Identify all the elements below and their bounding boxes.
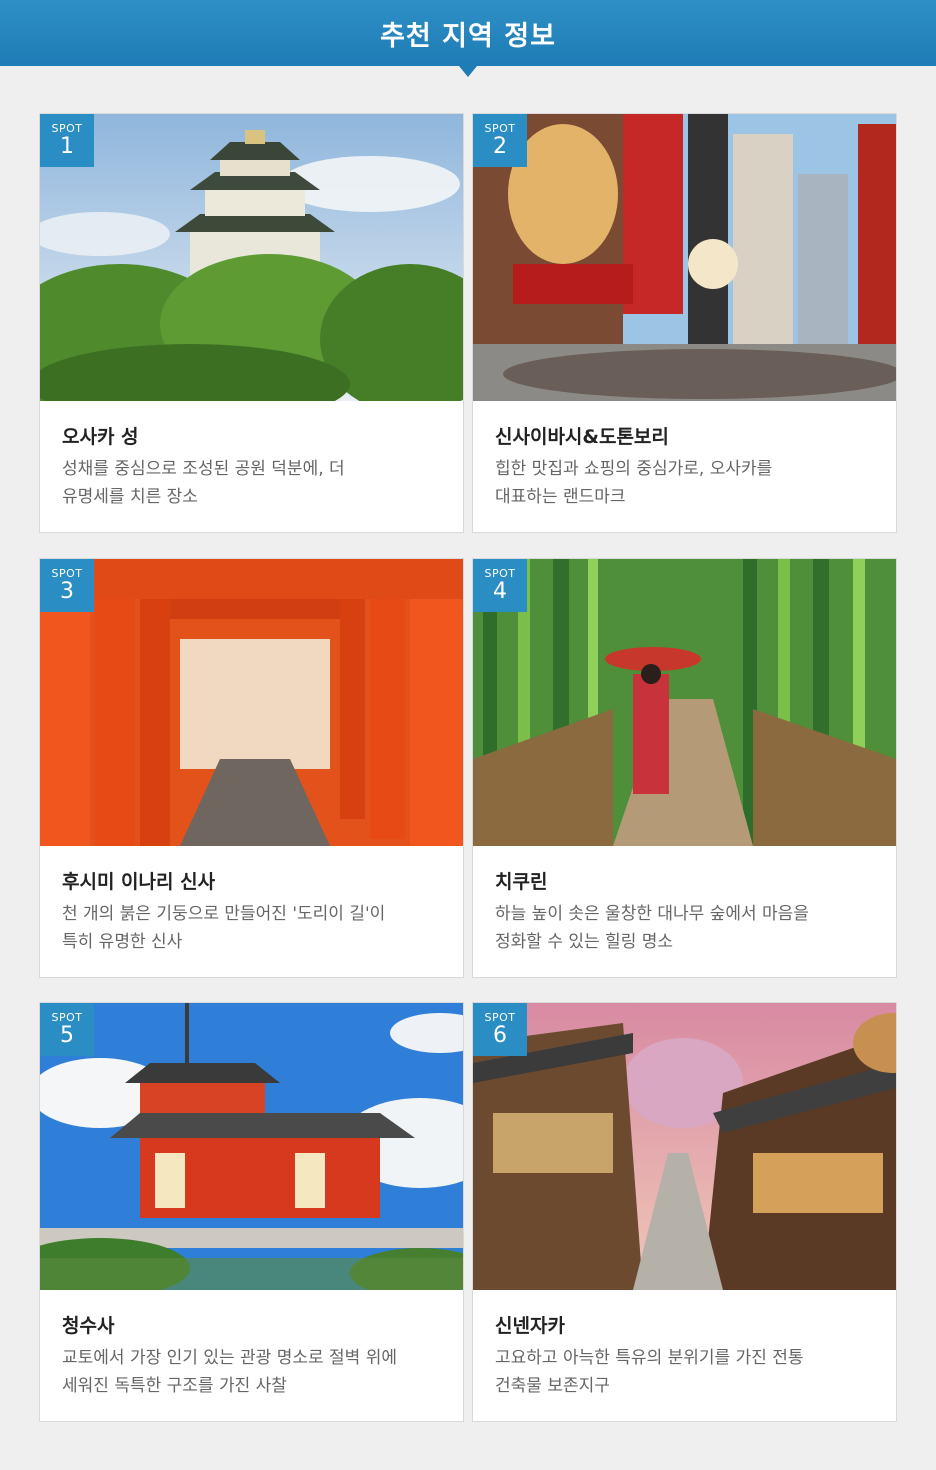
spot-card-dotonbori[interactable]: SPOT 2 신사이바시&도톤보리 힙한 맛집과 쇼핑의 중심가로, 오사카를 대… — [472, 113, 897, 533]
spot-card-chikurin[interactable]: SPOT 4 치쿠린 하늘 높이 솟은 울창한 대나무 숲에서 마음을 정화할 수… — [472, 558, 897, 978]
spot-card-fushimi-inari[interactable]: SPOT 3 후시미 이나리 신사 천 개의 붉은 기둥으로 만들어진 '도리이… — [39, 558, 464, 978]
spot-title: 신사이바시&도톤보리 — [495, 426, 669, 448]
spot-badge: SPOT 2 — [473, 114, 527, 167]
spot-description: 교토에서 가장 인기 있는 관광 명소로 절벽 위에 세워진 독특한 구조를 가진… — [62, 1348, 397, 1396]
spot-badge: SPOT 3 — [40, 559, 94, 612]
kiyomizudera-photo: SPOT 5 — [40, 1003, 463, 1290]
sannenzaka-photo: SPOT 6 — [473, 1003, 896, 1290]
dotonbori-photo: SPOT 2 — [473, 114, 896, 401]
osaka-castle-photo: SPOT 1 — [40, 114, 463, 401]
spot-title: 신넨자카 — [495, 1315, 565, 1337]
spot-badge: SPOT 4 — [473, 559, 527, 612]
page-title: 추천 지역 정보 — [380, 21, 556, 52]
spot-description: 천 개의 붉은 기둥으로 만들어진 '도리이 길'이 특히 유명한 신사 — [62, 904, 386, 952]
chikurin-photo: SPOT 4 — [473, 559, 896, 846]
spot-title: 청수사 — [62, 1315, 115, 1337]
spot-description: 고요하고 아늑한 특유의 분위기를 가진 전통 건축물 보존지구 — [495, 1348, 804, 1396]
spot-description: 하늘 높이 솟은 울창한 대나무 숲에서 마음을 정화할 수 있는 힐링 명소 — [495, 904, 809, 952]
spot-description: 성채를 중심으로 조성된 공원 덕분에, 더 유명세를 치른 장소 — [62, 459, 345, 507]
spot-title: 후시미 이나리 신사 — [62, 871, 216, 893]
spot-title: 치쿠린 — [495, 871, 548, 893]
fushimi-inari-photo: SPOT 3 — [40, 559, 463, 846]
page-header: 추천 지역 정보 — [0, 0, 936, 77]
spot-card-osaka-castle[interactable]: SPOT 1 오사카 성 성채를 중심으로 조성된 공원 덕분에, 더 유명세를 … — [39, 113, 464, 533]
spot-title: 오사카 성 — [62, 426, 139, 448]
spot-badge: SPOT 5 — [40, 1003, 94, 1056]
spot-card-kiyomizudera[interactable]: SPOT 5 청수사 교토에서 가장 인기 있는 관광 명소로 절벽 위에 세워진… — [39, 1002, 464, 1422]
spot-badge: SPOT 6 — [473, 1003, 527, 1056]
spot-description: 힙한 맛집과 쇼핑의 중심가로, 오사카를 대표하는 랜드마크 — [495, 459, 773, 507]
spot-badge: SPOT 1 — [40, 114, 94, 167]
spot-card-sannenzaka[interactable]: SPOT 6 신넨자카 고요하고 아늑한 특유의 분위기를 가진 전통 건축물 보… — [472, 1002, 897, 1422]
